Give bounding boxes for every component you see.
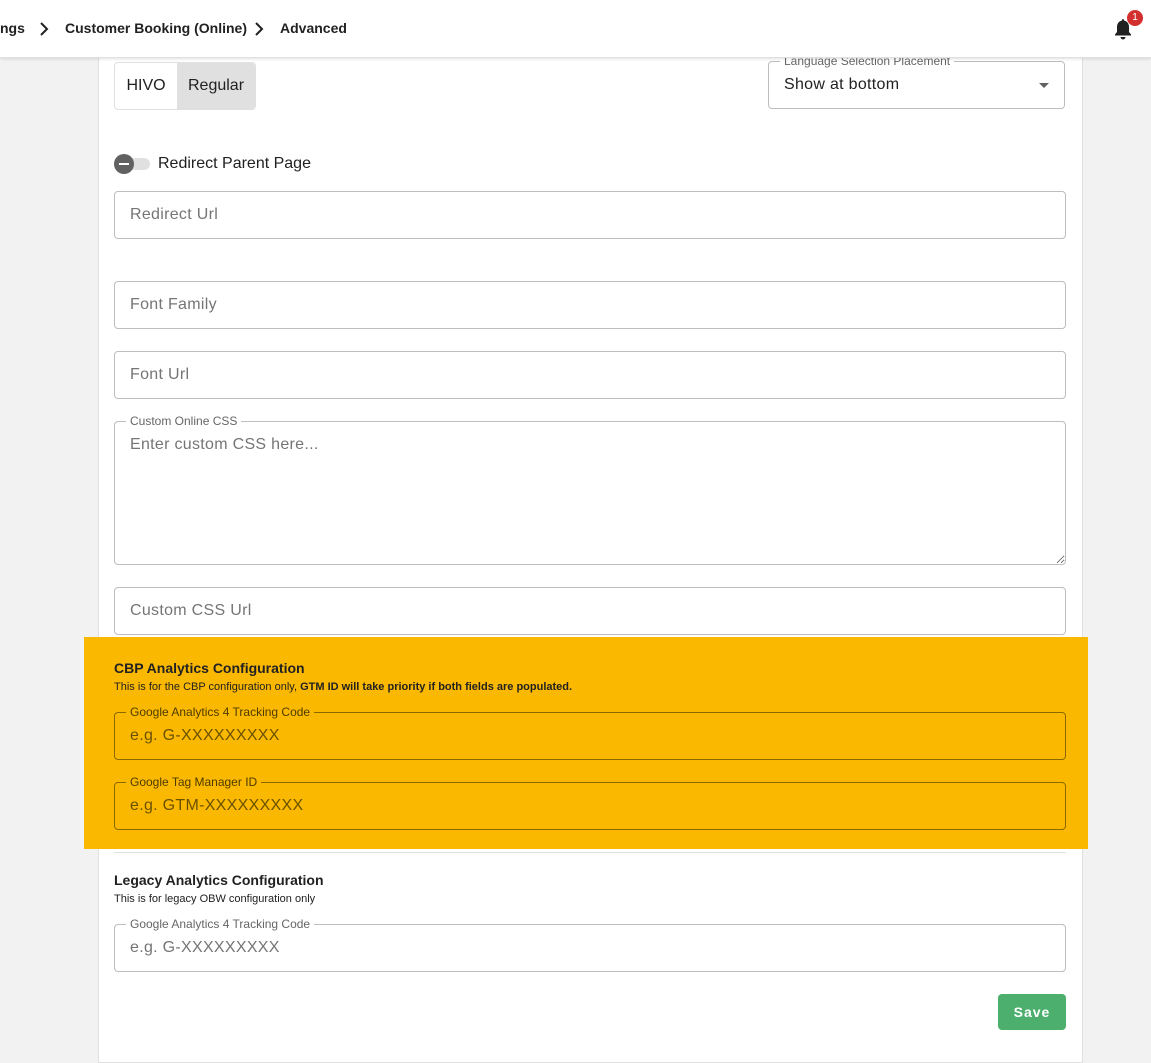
custom-css-url-field [114,587,1066,635]
top-bar: ngs Customer Booking (Online) Advanced 1 [0,0,1151,58]
mode-option-regular[interactable]: Regular [177,63,255,109]
legacy-ga4-input[interactable] [115,925,1065,971]
legacy-analytics-title: Legacy Analytics Configuration [114,872,324,888]
cbp-description-priority-note: GTM ID will take priority if both fields… [300,681,573,693]
redirect-url-input[interactable] [115,192,1065,238]
font-url-field [114,351,1066,399]
cbp-description-text: This is for the CBP configuration only, [114,681,301,693]
notification-badge: 1 [1127,10,1143,26]
cbp-analytics-description: This is for the CBP configuration only, … [114,681,572,693]
custom-css-url-input[interactable] [115,588,1065,634]
mode-option-hivo[interactable]: HIVO [115,63,177,109]
font-url-input[interactable] [115,352,1065,398]
toggle-thumb [114,154,134,174]
redirect-parent-toggle[interactable] [114,154,152,174]
cbp-ga4-input[interactable] [115,713,1065,759]
font-family-field [114,281,1066,329]
redirect-parent-label: Redirect Parent Page [158,155,311,172]
chevron-right-icon [255,22,264,36]
font-family-input[interactable] [115,282,1065,328]
language-placement-select[interactable]: Language Selection Placement Show at bot… [768,54,1065,109]
section-divider [114,852,1066,853]
custom-css-field: Custom Online CSS [114,414,1066,565]
cbp-gtm-input[interactable] [115,783,1065,829]
save-button[interactable]: Save [998,994,1066,1030]
cbp-analytics-title: CBP Analytics Configuration [114,660,305,676]
cbp-ga4-field: Google Analytics 4 Tracking Code [114,705,1066,760]
cbp-analytics-section: CBP Analytics Configuration This is for … [84,637,1088,849]
chevron-right-icon [40,22,49,36]
mode-toggle-group: HIVO Regular [114,62,256,110]
breadcrumb-item-customer-booking[interactable]: Customer Booking (Online) [65,20,247,36]
legacy-analytics-description: This is for legacy OBW configuration onl… [114,893,316,905]
custom-css-textarea[interactable] [115,422,1065,564]
cbp-gtm-field: Google Tag Manager ID [114,775,1066,830]
breadcrumb-item-advanced: Advanced [280,20,347,36]
breadcrumb-item-settings[interactable]: ngs [0,20,25,36]
dropdown-arrow-icon [1039,83,1049,88]
legacy-ga4-field: Google Analytics 4 Tracking Code [114,917,1066,972]
language-placement-value: Show at bottom [784,76,900,93]
redirect-url-field [114,191,1066,239]
